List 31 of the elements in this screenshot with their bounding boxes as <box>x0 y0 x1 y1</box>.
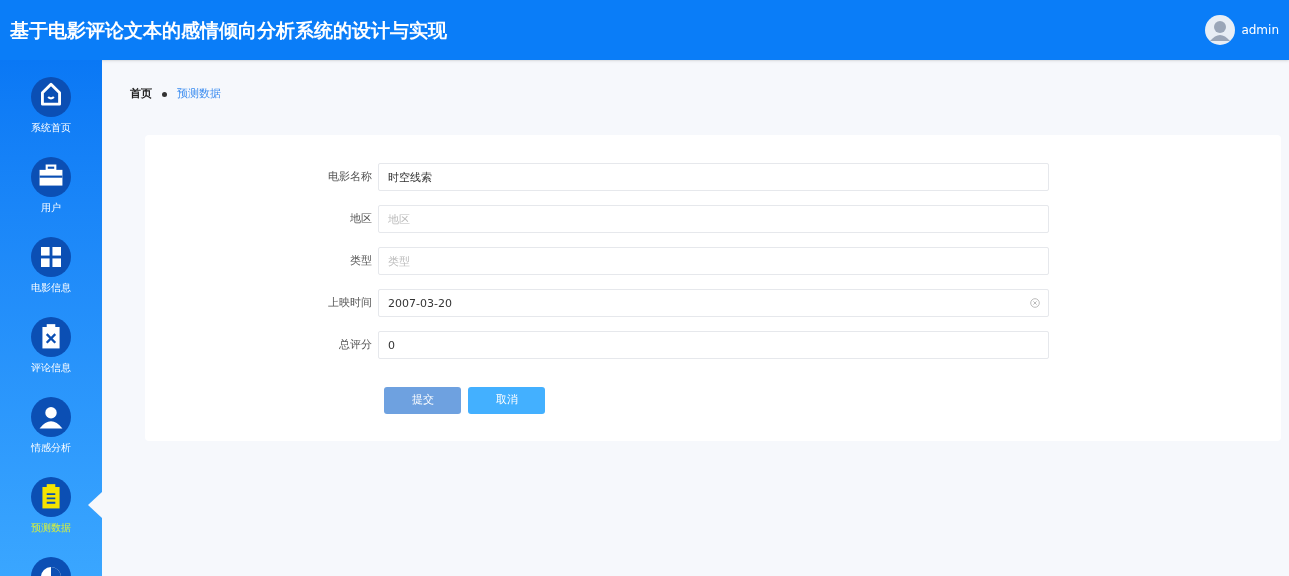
sidebar-item[interactable]: 评论信息 <box>0 317 102 397</box>
field-label: 地区 <box>349 210 373 227</box>
sidebar-item[interactable]: 情感分析 <box>0 397 102 477</box>
submit-button[interactable]: 提交 <box>384 387 461 414</box>
sidebar-item[interactable]: 用户 <box>0 157 102 237</box>
cancel-button[interactable]: 取消 <box>468 387 545 414</box>
field-label: 上映时间 <box>327 294 373 311</box>
clipboard-icon <box>31 317 71 357</box>
selection-pointer <box>88 492 102 518</box>
field-label: 类型 <box>349 252 373 269</box>
field-label: 总评分 <box>338 336 373 353</box>
date-field[interactable]: 2007-03-20 <box>378 289 1049 317</box>
clipboard-icon <box>31 477 71 517</box>
person-icon <box>31 397 71 437</box>
sidebar-item[interactable]: 预测数据 <box>0 477 102 557</box>
sidebar-item[interactable]: 系统首页 <box>0 77 102 157</box>
grid-icon <box>31 237 71 277</box>
breadcrumb-link[interactable]: 预测数据 <box>177 85 221 103</box>
sidebar-item[interactable]: 电影信息 <box>0 237 102 317</box>
breadcrumb-link[interactable]: 首页 <box>130 85 152 103</box>
briefcase-icon <box>31 157 71 197</box>
home-icon <box>31 77 71 117</box>
input-field[interactable]: 地区 <box>378 205 1049 233</box>
input-field[interactable]: 类型 <box>378 247 1049 275</box>
input-field[interactable]: 时空线索 <box>378 163 1049 191</box>
avatar-icon[interactable] <box>1205 15 1236 45</box>
app-title: 基于电影评论文本的感情倾向分析系统的设计与实现 <box>10 17 447 43</box>
field-label: 电影名称 <box>327 168 373 185</box>
clear-icon[interactable] <box>1030 298 1040 308</box>
username[interactable]: admin <box>1241 21 1279 39</box>
input-field[interactable]: 0 <box>378 331 1049 359</box>
